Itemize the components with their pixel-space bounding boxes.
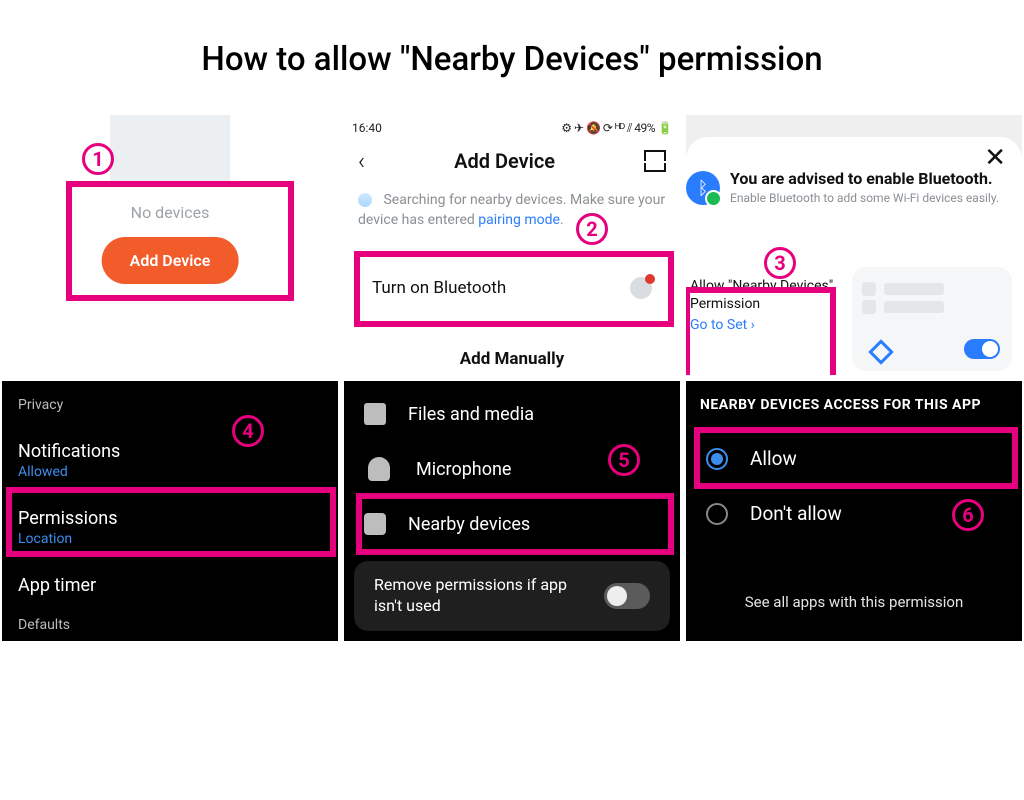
diagram-row xyxy=(884,301,944,313)
scan-icon[interactable] xyxy=(644,150,666,172)
screen-header: ‹ Add Device xyxy=(344,147,680,175)
device-diagram-card xyxy=(852,267,1012,371)
bottom-sheet: ✕ ᛒ You are advised to enable Bluetooth.… xyxy=(686,137,1022,375)
notifications-row[interactable]: Notifications Allowed xyxy=(18,427,322,494)
highlight-box xyxy=(356,493,674,555)
screen-title: Add Device xyxy=(454,149,555,173)
step-6-panel: NEARBY DEVICES ACCESS FOR THIS APP Allow… xyxy=(686,381,1022,641)
notifications-sub: Allowed xyxy=(18,464,322,480)
step-2-panel: 16:40 ⚙ ✈ 🔕 ⟳ ᴴᴰ ⫽ 49% 🔋 ‹ Add Device Se… xyxy=(344,115,680,375)
step-badge-5: 5 xyxy=(608,444,640,476)
toggle-on-icon xyxy=(964,339,1000,359)
step-badge-6: 6 xyxy=(952,499,984,531)
highlight-box xyxy=(686,287,836,375)
searching-info: Searching for nearby devices. Make sure … xyxy=(358,191,666,230)
highlight-box xyxy=(694,427,1018,489)
step-5-panel: Files and media Microphone Nearby device… xyxy=(344,381,680,641)
page-title: How to allow "Nearby Devices" permission xyxy=(2,40,1022,79)
spinner-icon xyxy=(358,193,372,207)
files-media-row[interactable]: Files and media xyxy=(344,387,680,441)
step-badge-3: 3 xyxy=(764,247,796,279)
status-bar: 16:40 ⚙ ✈ 🔕 ⟳ ᴴᴰ ⫽ 49% 🔋 xyxy=(352,121,672,136)
app-timer-row[interactable]: App timer xyxy=(18,561,322,610)
status-time: 16:40 xyxy=(352,121,382,136)
section-privacy: Privacy xyxy=(18,397,322,413)
permission-header: NEARBY DEVICES ACCESS FOR THIS APP xyxy=(700,397,1008,413)
page: How to allow "Nearby Devices" permission… xyxy=(0,0,1024,800)
remove-permissions-row[interactable]: Remove permissions if app isn't used xyxy=(354,561,670,631)
sheet-subtext: Enable Bluetooth to add some Wi-Fi devic… xyxy=(730,191,999,205)
info-text-dot: . xyxy=(560,212,564,228)
microphone-icon xyxy=(368,457,390,481)
step-badge-2: 2 xyxy=(576,213,608,245)
highlight-box xyxy=(354,251,674,327)
gps-icon xyxy=(868,339,893,364)
notifications-label: Notifications xyxy=(18,441,322,462)
app-timer-label: App timer xyxy=(18,575,322,596)
back-icon[interactable]: ‹ xyxy=(358,147,365,175)
files-label: Files and media xyxy=(408,404,534,425)
pairing-mode-link[interactable]: pairing mode xyxy=(478,212,560,228)
highlight-box xyxy=(66,181,294,301)
bluetooth-icon: ᛒ xyxy=(686,171,720,205)
remove-permissions-toggle[interactable] xyxy=(604,583,650,609)
step-3-panel: ✕ ᛒ You are advised to enable Bluetooth.… xyxy=(686,115,1022,375)
step-1-panel: No devices Add Device 1 xyxy=(2,115,338,375)
add-manually-tab[interactable]: Add Manually xyxy=(344,349,680,369)
see-all-apps-link[interactable]: See all apps with this permission xyxy=(686,593,1022,611)
step-4-panel: Privacy Notifications Allowed Permission… xyxy=(2,381,338,641)
step-badge-1: 1 xyxy=(82,143,114,175)
status-indicators: ⚙ ✈ 🔕 ⟳ ᴴᴰ ⫽ 49% 🔋 xyxy=(561,121,672,136)
empty-box-illustration xyxy=(110,115,230,185)
radio-icon[interactable] xyxy=(706,503,728,525)
folder-icon xyxy=(364,403,386,425)
sheet-heading: You are advised to enable Bluetooth. xyxy=(730,169,993,188)
diagram-row xyxy=(884,283,944,295)
dont-allow-label: Don't allow xyxy=(750,502,842,525)
highlight-box xyxy=(6,487,336,557)
step-badge-4: 4 xyxy=(232,415,264,447)
remove-permissions-label: Remove permissions if app isn't used xyxy=(374,575,594,617)
microphone-label: Microphone xyxy=(416,459,511,480)
screenshot-grid: No devices Add Device 1 16:40 ⚙ ✈ 🔕 ⟳ ᴴᴰ… xyxy=(2,115,1022,641)
section-defaults: Defaults xyxy=(18,617,70,633)
